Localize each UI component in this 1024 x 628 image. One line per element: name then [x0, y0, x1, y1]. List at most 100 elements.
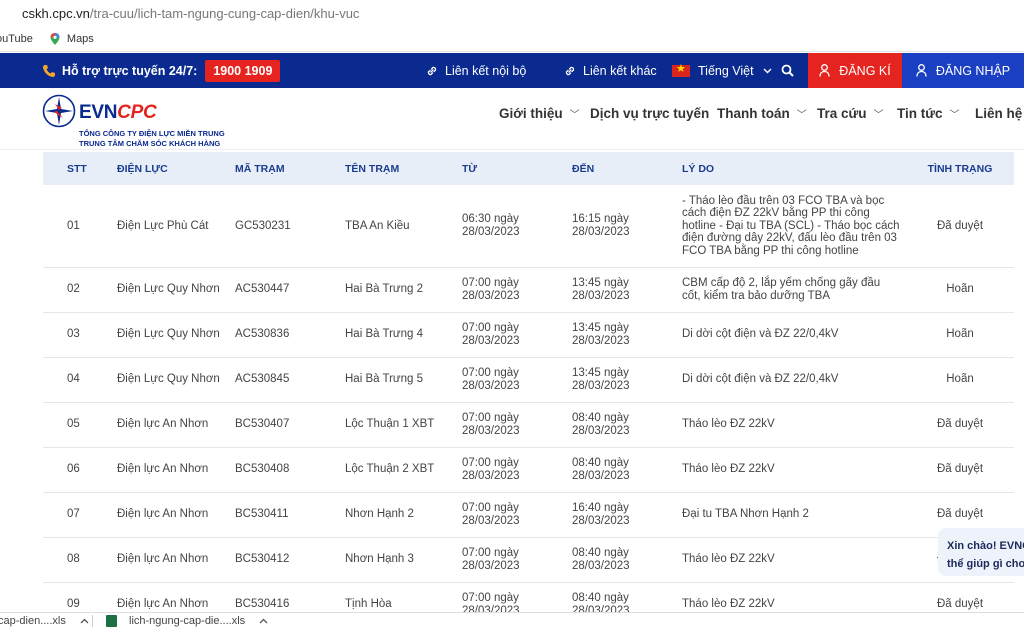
- cell-den: 08:40 ngày 28/03/2023: [566, 447, 676, 493]
- cell-den: 16:15 ngày 28/03/2023: [566, 185, 676, 268]
- cell-den: 08:40 ngày 28/03/2023: [566, 537, 676, 583]
- table-row: 03 Điện Lực Quy Nhơn AC530836 Hai Bà Trư…: [43, 312, 1014, 358]
- bookmark-youtube-label: ouTube: [0, 33, 33, 45]
- link-icon: [565, 66, 575, 75]
- cell-ly-do: Tháo lèo ĐZ 22kV: [676, 537, 906, 583]
- register-label: ĐĂNG KÍ: [839, 63, 891, 78]
- language-selector[interactable]: Tiếng Việt: [672, 53, 779, 88]
- support-hotline: Hỗ trợ trực tuyến 24/7: 1900 1909: [42, 53, 281, 88]
- cell-dien-luc: Điện Lực Quy Nhơn: [111, 312, 229, 358]
- table-row: 06 Điện lực An Nhơn BC530408 Lộc Thuận 2…: [43, 447, 1014, 493]
- chat-greeting-line1: Xin chào! EVNC: [947, 540, 1024, 552]
- user-icon: [916, 64, 927, 77]
- chevron-down-icon: ﹀: [873, 110, 884, 121]
- cell-ma-tram: AC530845: [229, 357, 339, 403]
- cell-ma-tram: BC530412: [229, 537, 339, 583]
- cell-stt: 07: [43, 492, 111, 538]
- chevron-up-icon: [80, 618, 89, 624]
- cell-ly-do: Tháo lèo ĐZ 22kV: [676, 447, 906, 493]
- bookmark-maps[interactable]: Maps: [49, 33, 94, 45]
- address-bar[interactable]: cskh.cpc.vn/tra-cuu/lich-tam-ngung-cung-…: [0, 0, 1024, 27]
- cell-tinh-trang: Đã duyệt: [906, 402, 1014, 448]
- cell-stt: 08: [43, 537, 111, 583]
- cell-dien-luc: Điện lực An Nhơn: [111, 447, 229, 493]
- cell-tinh-trang: Hoãn: [906, 357, 1014, 403]
- internal-links-label: Liên kết nội bộ: [445, 63, 527, 78]
- download-filename: cap-dien....xls: [0, 615, 66, 627]
- cell-den: 13:45 ngày 28/03/2023: [566, 267, 676, 313]
- cell-ly-do: Di dời cột điện và ĐZ 22/0,4kV: [676, 312, 906, 358]
- cell-ma-tram: AC530836: [229, 312, 339, 358]
- cell-tu: 07:00 ngày 28/03/2023: [456, 267, 566, 313]
- cell-tinh-trang: Đã duyệt: [906, 447, 1014, 493]
- cell-ten-tram: Lộc Thuận 2 XBT: [339, 447, 456, 493]
- download-item[interactable]: lich-ngung-cap-die....xls: [106, 615, 268, 627]
- cell-dien-luc: Điện lực An Nhơn: [111, 402, 229, 448]
- chevron-down-icon: ﹀: [796, 110, 807, 121]
- table-row: 08 Điện lực An Nhơn BC530412 Nhơn Hạnh 3…: [43, 537, 1014, 583]
- cell-tu: 06:30 ngày 28/03/2023: [456, 185, 566, 268]
- table-row: 07 Điện lực An Nhơn BC530411 Nhơn Hạnh 2…: [43, 492, 1014, 538]
- cell-ten-tram: Lộc Thuận 1 XBT: [339, 402, 456, 448]
- table-row: 01 Điện Lực Phù Cát GC530231 TBA An Kiều…: [43, 185, 1014, 268]
- nav-tin-tuc[interactable]: Tin tức ﹀: [897, 106, 960, 121]
- main-nav: Giới thiệu ﹀ Dịch vụ trực tuyến Thanh toá…: [0, 106, 1024, 130]
- cell-ly-do: Đại tu TBA Nhơn Hạnh 2: [676, 492, 906, 538]
- chevron-down-icon: [763, 68, 772, 73]
- cell-stt: 06: [43, 447, 111, 493]
- nav-tra-cuu[interactable]: Tra cứu ﹀: [817, 106, 884, 121]
- nav-gioi-thieu[interactable]: Giới thiệu ﹀: [499, 106, 580, 121]
- cell-ma-tram: BC530411: [229, 492, 339, 538]
- url-path: /tra-cuu/lich-tam-ngung-cung-cap-dien/kh…: [89, 6, 360, 21]
- logo-subtitle: TỔNG CÔNG TY ĐIỆN LỰC MIỀN TRUNG TRUNG T…: [79, 129, 225, 148]
- login-button[interactable]: ĐĂNG NHẬP: [902, 53, 1024, 88]
- cell-ten-tram: Hai Bà Trưng 4: [339, 312, 456, 358]
- cell-tinh-trang: Hoãn: [906, 267, 1014, 313]
- cell-ly-do: - Tháo lèo đầu trên 03 FCO TBA và bọc cá…: [676, 185, 906, 268]
- cell-tu: 07:00 ngày 28/03/2023: [456, 402, 566, 448]
- chevron-down-icon: ﹀: [949, 110, 960, 121]
- cell-dien-luc: Điện lực An Nhơn: [111, 537, 229, 583]
- table-row: 05 Điện lực An Nhơn BC530407 Lộc Thuận 1…: [43, 402, 1014, 448]
- cell-ten-tram: Nhơn Hạnh 3: [339, 537, 456, 583]
- cell-ma-tram: AC530447: [229, 267, 339, 313]
- cell-den: 13:45 ngày 28/03/2023: [566, 312, 676, 358]
- hotline-badge[interactable]: 1900 1909: [205, 59, 281, 82]
- cell-ten-tram: Hai Bà Trưng 2: [339, 267, 456, 313]
- search-button[interactable]: [781, 53, 801, 88]
- cell-dien-luc: Điện Lực Quy Nhơn: [111, 267, 229, 313]
- chat-greeting-line2: thể giúp gì cho: [947, 558, 1024, 570]
- internal-links-link[interactable]: Liên kết nội bộ: [426, 53, 526, 88]
- chat-widget[interactable]: Xin chào! EVNC thể giúp gì cho: [938, 528, 1024, 576]
- cell-tu: 07:00 ngày 28/03/2023: [456, 447, 566, 493]
- cell-den: 16:40 ngày 28/03/2023: [566, 492, 676, 538]
- support-label: Hỗ trợ trực tuyến 24/7:: [62, 63, 198, 78]
- cell-tinh-trang: Hoãn: [906, 312, 1014, 358]
- nav-dich-vu-truc-tuyen[interactable]: Dịch vụ trực tuyến: [590, 106, 709, 121]
- cell-den: 13:45 ngày 28/03/2023: [566, 357, 676, 403]
- col-header-ten-tram: TÊN TRẠM: [345, 162, 400, 175]
- cell-ly-do: Tháo lèo ĐZ 22kV: [676, 402, 906, 448]
- cell-tu: 07:00 ngày 28/03/2023: [456, 312, 566, 358]
- table-row: 04 Điện Lực Quy Nhơn AC530845 Hai Bà Trư…: [43, 357, 1014, 403]
- cell-dien-luc: Điện lực An Nhơn: [111, 492, 229, 538]
- language-label: Tiếng Việt: [698, 63, 754, 78]
- other-links-link[interactable]: Liên kết khác: [564, 53, 657, 88]
- bookmark-youtube[interactable]: ouTube: [0, 33, 33, 45]
- cell-ten-tram: Hai Bà Trưng 5: [339, 357, 456, 403]
- cell-ten-tram: TBA An Kiều: [339, 185, 456, 268]
- register-button[interactable]: ĐĂNG KÍ: [808, 53, 902, 88]
- downloads-bar: cap-dien....xls lich-ngung-cap-die....xl…: [0, 612, 1024, 628]
- download-item[interactable]: cap-dien....xls: [0, 615, 89, 627]
- cell-den: 08:40 ngày 28/03/2023: [566, 402, 676, 448]
- col-header-ly-do: LÝ DO: [682, 162, 715, 175]
- nav-thanh-toan[interactable]: Thanh toán ﹀: [717, 106, 807, 121]
- chevron-down-icon: ﹀: [569, 110, 580, 121]
- login-label: ĐĂNG NHẬP: [935, 63, 1011, 78]
- cell-tu: 07:00 ngày 28/03/2023: [456, 537, 566, 583]
- cell-dien-luc: Điện Lực Phù Cát: [111, 185, 229, 268]
- url-domain: cskh.cpc.vn: [22, 6, 90, 21]
- cell-ma-tram: BC530408: [229, 447, 339, 493]
- nav-lien-he[interactable]: Liên hệ: [975, 106, 1022, 121]
- col-header-dien-luc: ĐIỆN LỰC: [117, 162, 168, 175]
